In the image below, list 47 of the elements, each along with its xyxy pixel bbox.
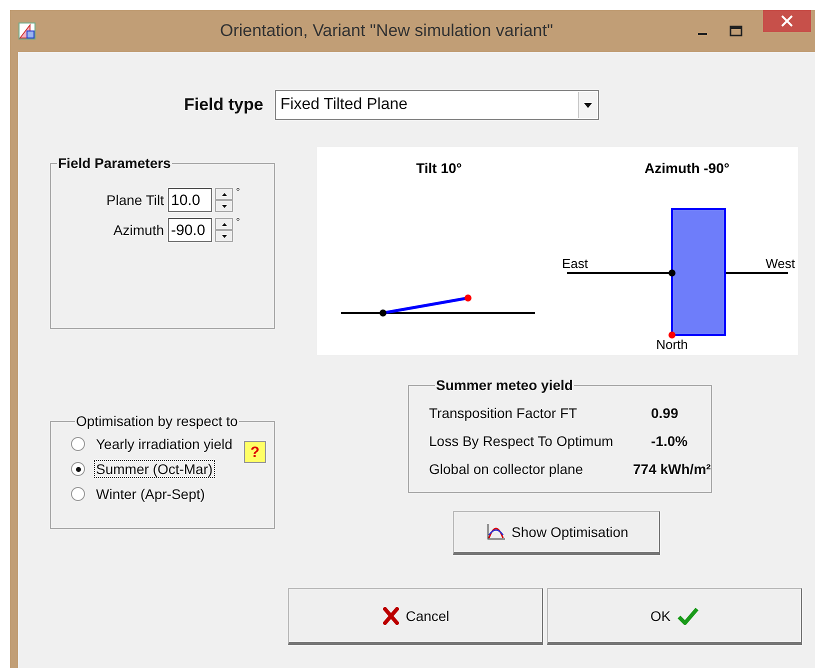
yield-value: -1.0%: [650, 433, 689, 449]
radio-button[interactable]: [71, 437, 85, 451]
yield-value: 774 kWh/m²: [632, 461, 711, 477]
radio-button[interactable]: [71, 487, 85, 501]
tilt-title: Tilt 10°: [416, 160, 462, 176]
up-arrow-icon: [222, 222, 226, 226]
yield-value: 0.99: [650, 405, 680, 421]
caret-icon: [584, 102, 592, 108]
azimuth-title: Azimuth -90°: [644, 160, 730, 176]
north-label: North: [656, 337, 688, 352]
number-field[interactable]: -90.0: [168, 218, 212, 242]
group-title: Optimisation by respect to: [75, 413, 239, 429]
chart-icon: [486, 523, 506, 541]
cancel-button[interactable]: Cancel: [288, 588, 543, 645]
field-type-dropdown[interactable]: Fixed Tilted Plane: [275, 90, 600, 120]
checkmark-icon: [676, 606, 699, 626]
help-button[interactable]: ?: [244, 441, 266, 463]
number-field[interactable]: 10.0: [168, 188, 212, 212]
down-arrow-icon: [222, 234, 226, 238]
group-title: Summer meteo yield: [435, 377, 574, 393]
spin-control[interactable]: [215, 218, 233, 242]
radio-label[interactable]: Winter (Apr-Sept): [94, 485, 207, 503]
west-label: West: [766, 256, 795, 271]
window-title: Orientation, Variant "New simulation variant": [218, 21, 554, 41]
close-icon: [781, 15, 793, 27]
yield-label: Global on collector plane: [429, 461, 584, 477]
unit-label: °: [236, 187, 241, 198]
spin-control[interactable]: [215, 188, 233, 212]
cross-icon: [382, 606, 400, 624]
close-button[interactable]: [763, 10, 811, 32]
app-icon: [18, 22, 36, 40]
group-title: Field Parameters: [57, 155, 172, 171]
radio-label[interactable]: Yearly irradiation yield: [94, 435, 234, 453]
yield-label: Loss By Respect To Optimum: [429, 433, 614, 449]
yield-label: Transposition Factor FT: [429, 405, 578, 421]
unit-label: °: [236, 217, 241, 228]
parameter-label: Azimuth: [113, 222, 164, 238]
ok-button[interactable]: OK: [547, 588, 802, 645]
maximize-icon[interactable]: [729, 25, 743, 37]
show-optimisation-button[interactable]: Show Optimisation: [453, 511, 660, 555]
parameter-label: Plane Tilt: [106, 192, 164, 208]
radio-label[interactable]: Summer (Oct-Mar): [94, 460, 215, 478]
field-type-label: Field type: [184, 95, 264, 115]
up-arrow-icon: [222, 192, 226, 196]
down-arrow-icon: [222, 204, 226, 208]
east-label: East: [562, 256, 588, 271]
radio-button[interactable]: [71, 462, 85, 476]
